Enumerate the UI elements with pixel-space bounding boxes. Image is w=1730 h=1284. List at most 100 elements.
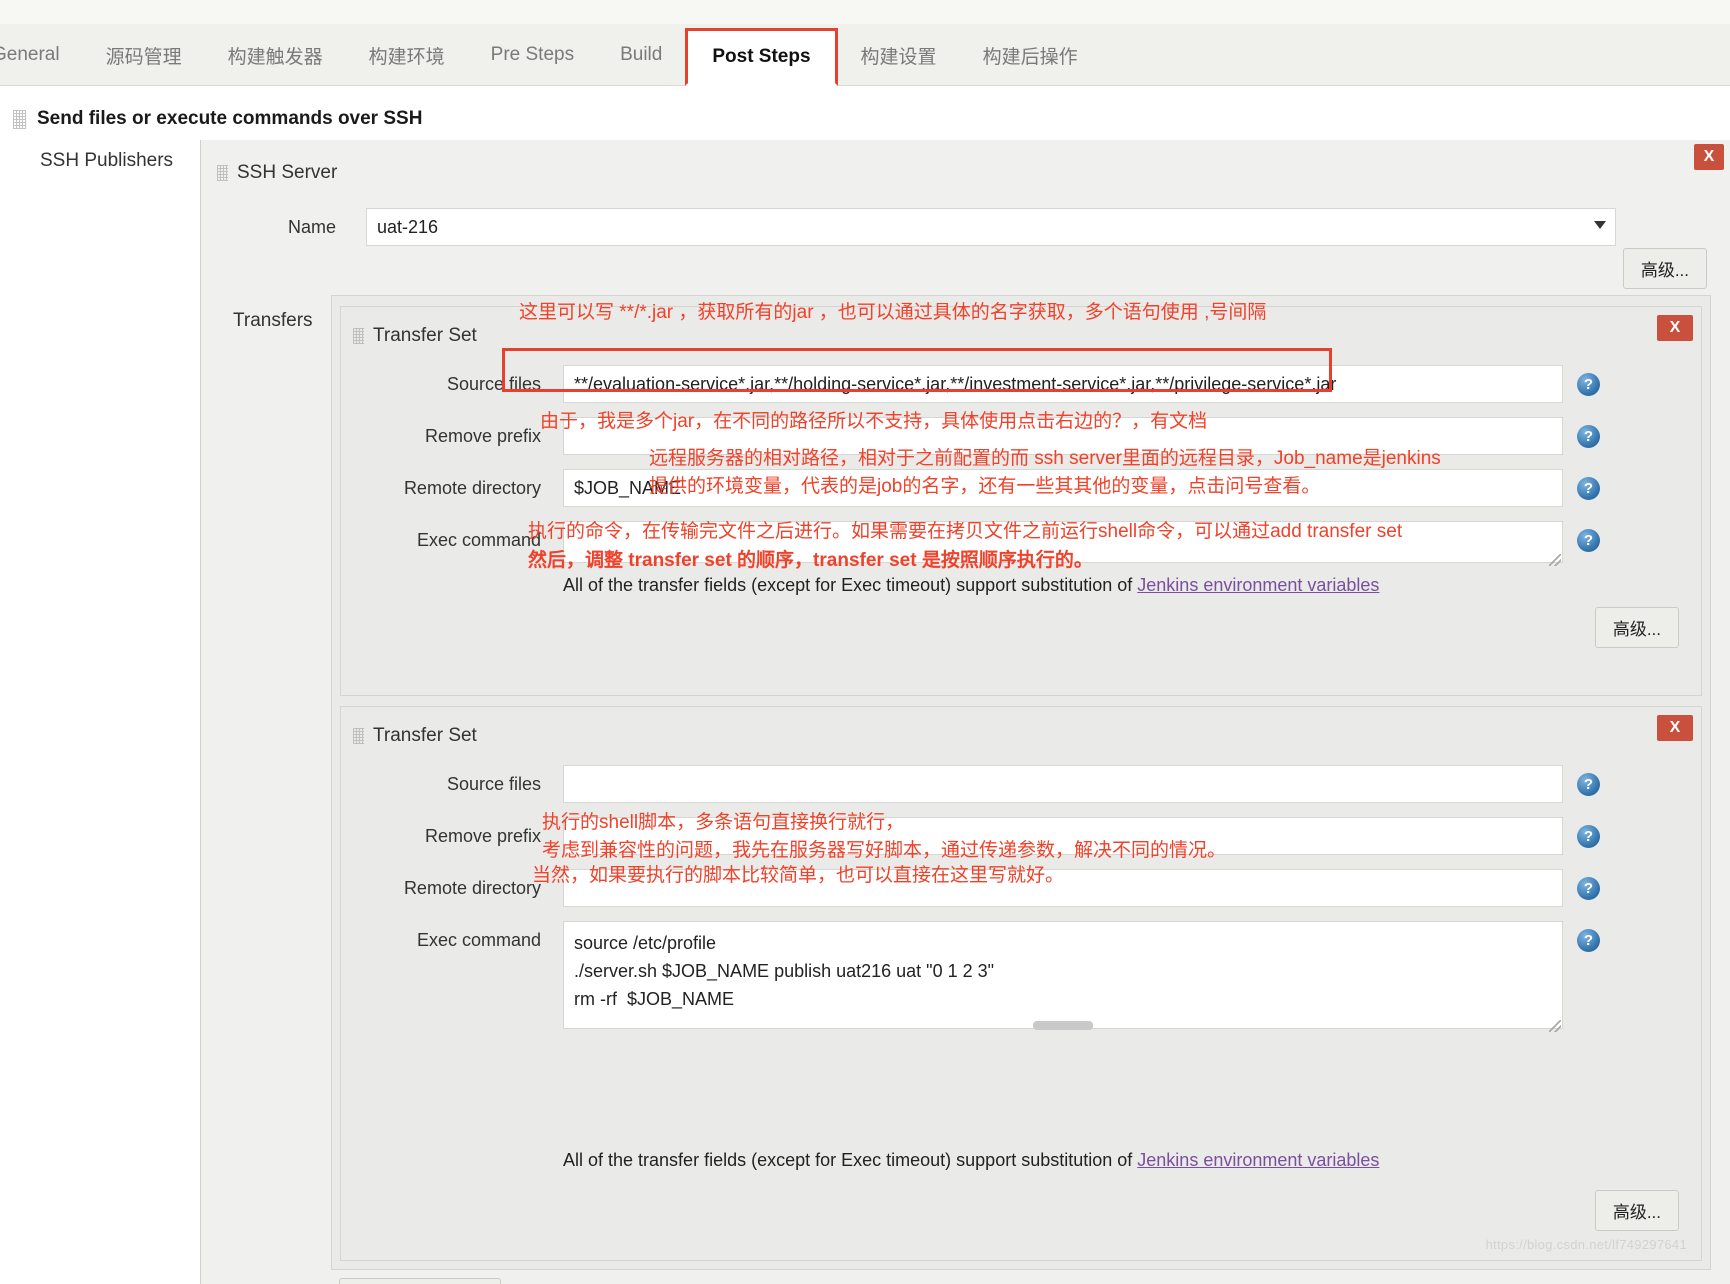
help-icon-glyph: ? bbox=[1583, 428, 1594, 445]
tab-list: General 源码管理 构建触发器 构建环境 Pre Steps Build … bbox=[0, 24, 1730, 86]
transfer-set-2-title: Transfer Set bbox=[373, 725, 477, 746]
ts2-exec-command-textarea[interactable]: source /etc/profile ./server.sh $JOB_NAM… bbox=[563, 921, 1563, 1029]
help-icon[interactable]: ? bbox=[1577, 425, 1600, 448]
ts1-remove-prefix-row: Remove prefix ? bbox=[341, 417, 1701, 455]
ts2-footer-note-text: All of the transfer fields (except for E… bbox=[563, 1150, 1138, 1170]
server-name-select[interactable] bbox=[366, 208, 1616, 246]
drag-handle-icon[interactable] bbox=[217, 165, 228, 181]
help-icon-glyph: ? bbox=[1583, 480, 1594, 497]
ts2-remove-prefix-label: Remove prefix bbox=[424, 826, 541, 846]
ts2-remote-directory-label: Remote directory bbox=[403, 878, 541, 898]
ts2-source-files-row: Source files ? bbox=[341, 765, 1701, 803]
ts2-footer-note: All of the transfer fields (except for E… bbox=[563, 1150, 1379, 1171]
jenkins-env-vars-link[interactable]: Jenkins environment variables bbox=[1137, 1150, 1379, 1170]
help-icon-glyph: ? bbox=[1583, 532, 1594, 549]
ssh-publishers-label: SSH Publishers bbox=[40, 150, 174, 171]
tab-source-management[interactable]: 源码管理 bbox=[83, 24, 205, 86]
tab-build[interactable]: Build bbox=[597, 24, 685, 86]
ssh-server-heading: SSH Server bbox=[201, 158, 1730, 188]
ts1-exec-command-field bbox=[563, 521, 1563, 568]
ts1-remote-directory-field bbox=[563, 469, 1563, 507]
section-title: Send files or execute commands over SSH bbox=[37, 108, 423, 129]
ts2-source-files-input[interactable] bbox=[563, 765, 1563, 803]
remove-transfer-set-1-button[interactable]: X bbox=[1657, 315, 1693, 341]
ts1-exec-command-row: Exec command ? bbox=[341, 521, 1701, 568]
drag-handle-icon[interactable] bbox=[13, 109, 26, 129]
help-icon-glyph: ? bbox=[1583, 932, 1594, 949]
tab-build-triggers[interactable]: 构建触发器 bbox=[205, 24, 346, 86]
help-icon-glyph: ? bbox=[1583, 880, 1594, 897]
ts2-remove-prefix-input[interactable] bbox=[563, 817, 1563, 855]
textarea-horizontal-scrollbar[interactable] bbox=[1033, 1021, 1093, 1030]
help-icon-glyph: ? bbox=[1583, 376, 1594, 393]
ts1-remove-prefix-field bbox=[563, 417, 1563, 455]
add-transfer-set-button[interactable]: Add Transfer Set bbox=[339, 1278, 501, 1284]
help-icon[interactable]: ? bbox=[1577, 773, 1600, 796]
server-name-row: Name bbox=[201, 208, 1730, 246]
chevron-down-icon[interactable] bbox=[1594, 221, 1606, 229]
ts1-remote-directory-input[interactable] bbox=[563, 469, 1563, 507]
drag-handle-icon[interactable] bbox=[353, 328, 364, 344]
ts1-remote-directory-row: Remote directory ? bbox=[341, 469, 1701, 507]
server-name-label: Name bbox=[287, 217, 336, 237]
ts1-exec-command-label: Exec command bbox=[416, 530, 541, 550]
ts1-source-files-label: Source files bbox=[446, 374, 541, 394]
ts1-source-files-input[interactable] bbox=[563, 365, 1563, 403]
transfer-set-1-heading: Transfer Set bbox=[341, 321, 1701, 351]
config-tab-bar: General 源码管理 构建触发器 构建环境 Pre Steps Build … bbox=[0, 24, 1730, 86]
transfer-set-2-heading: Transfer Set bbox=[341, 721, 1701, 751]
ts2-source-files-label: Source files bbox=[446, 774, 541, 794]
ts2-remote-directory-row: Remote directory ? bbox=[341, 869, 1701, 907]
server-name-select-wrap bbox=[366, 208, 1616, 246]
transfer-set-1-title: Transfer Set bbox=[373, 325, 477, 346]
ts1-footer-note-text: All of the transfer fields (except for E… bbox=[563, 575, 1138, 595]
tab-build-environment[interactable]: 构建环境 bbox=[346, 24, 468, 86]
section-heading: Send files or execute commands over SSH bbox=[0, 100, 1730, 138]
ts1-advanced-button[interactable]: 高级... bbox=[1594, 607, 1679, 648]
transfer-set-2: X Transfer Set Source files ? Remove pre bbox=[340, 706, 1702, 1261]
tab-post-steps-wrap: Post Steps bbox=[685, 24, 838, 86]
ssh-publishers-body: SSH Publishers X SSH Server Name uat-216… bbox=[0, 140, 1730, 1284]
help-icon[interactable]: ? bbox=[1577, 373, 1600, 396]
resize-handle-icon[interactable] bbox=[1549, 1020, 1561, 1032]
ts1-source-files-row: Source files ? bbox=[341, 365, 1701, 403]
ts2-exec-command-field: source /etc/profile ./server.sh $JOB_NAM… bbox=[563, 921, 1563, 1034]
ssh-server-title: SSH Server bbox=[237, 162, 338, 183]
ts2-remote-directory-input[interactable] bbox=[563, 869, 1563, 907]
tab-build-settings[interactable]: 构建设置 bbox=[838, 24, 960, 86]
ssh-publisher-panel: X SSH Server Name 高级... bbox=[200, 140, 1730, 1284]
help-icon-glyph: ? bbox=[1583, 828, 1594, 845]
help-icon[interactable]: ? bbox=[1577, 929, 1600, 952]
tab-post-build-actions[interactable]: 构建后操作 bbox=[960, 24, 1101, 86]
server-advanced-button[interactable]: 高级... bbox=[1622, 248, 1707, 289]
drag-handle-icon[interactable] bbox=[353, 728, 364, 744]
help-icon[interactable]: ? bbox=[1577, 529, 1600, 552]
ts2-exec-command-label: Exec command bbox=[416, 930, 541, 950]
ts2-exec-command-row: Exec command source /etc/profile ./serve… bbox=[341, 921, 1701, 1034]
transfers-container: X Transfer Set Source files ? bbox=[331, 295, 1711, 1270]
help-icon[interactable]: ? bbox=[1577, 477, 1600, 500]
tab-general[interactable]: General bbox=[0, 24, 83, 86]
remove-transfer-set-2-button[interactable]: X bbox=[1657, 715, 1693, 741]
resize-handle-icon[interactable] bbox=[1549, 554, 1561, 566]
top-strip bbox=[0, 0, 1730, 24]
ts2-remove-prefix-field bbox=[563, 817, 1563, 855]
ssh-server-block: SSH Server Name 高级... bbox=[201, 158, 1730, 289]
ts1-remove-prefix-label: Remove prefix bbox=[424, 426, 541, 446]
ts1-source-files-field bbox=[563, 365, 1563, 403]
jenkins-post-steps-page: General 源码管理 构建触发器 构建环境 Pre Steps Build … bbox=[0, 0, 1730, 1284]
transfer-set-1: X Transfer Set Source files ? bbox=[340, 306, 1702, 696]
ts1-exec-command-textarea[interactable] bbox=[563, 521, 1563, 563]
watermark-text: https://blog.csdn.net/lf749297641 bbox=[1485, 1237, 1687, 1252]
ts1-remove-prefix-input[interactable] bbox=[563, 417, 1563, 455]
tab-post-steps[interactable]: Post Steps bbox=[685, 28, 838, 86]
ts1-footer-note: All of the transfer fields (except for E… bbox=[563, 575, 1379, 596]
help-icon[interactable]: ? bbox=[1577, 825, 1600, 848]
ts1-remote-directory-label: Remote directory bbox=[403, 478, 541, 498]
jenkins-env-vars-link[interactable]: Jenkins environment variables bbox=[1137, 575, 1379, 595]
ts2-advanced-button[interactable]: 高级... bbox=[1594, 1190, 1679, 1231]
help-icon[interactable]: ? bbox=[1577, 877, 1600, 900]
tab-pre-steps[interactable]: Pre Steps bbox=[468, 24, 597, 86]
ts2-remove-prefix-row: Remove prefix ? bbox=[341, 817, 1701, 855]
help-icon-glyph: ? bbox=[1583, 776, 1594, 793]
